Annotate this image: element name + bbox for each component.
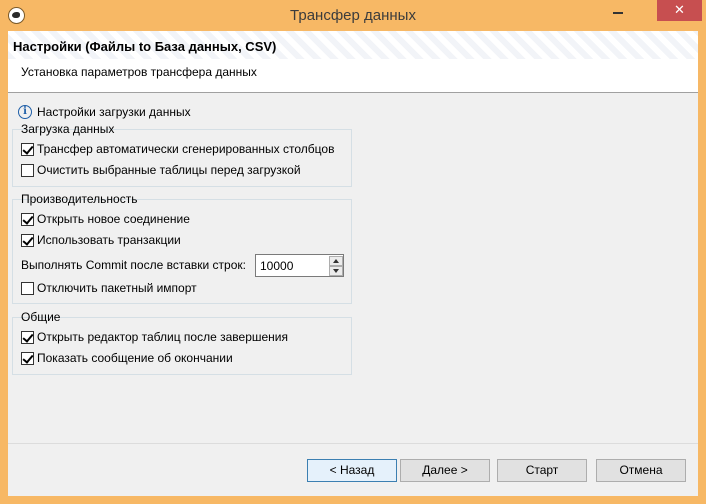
group-general-title: Общие [21,310,61,324]
commit-rows-spinner[interactable]: 10000 [255,254,344,277]
checkbox-label: Показать сообщение об окончании [37,351,233,365]
checkbox-label: Открыть новое соединение [37,212,190,226]
checkbox-label: Использовать транзакции [37,233,181,247]
window-title: Трансфер данных [290,7,416,24]
group-load-title: Загрузка данных [21,122,115,136]
checkbox-label: Трансфер автоматически сгенерированных с… [37,142,335,156]
close-button[interactable]: ✕ [657,0,702,21]
group-performance-title: Производительность [21,192,138,206]
checkbox[interactable] [21,234,34,247]
group-general [12,317,352,375]
page-header: Настройки (Файлы to База данных, CSV) Ус… [8,31,698,93]
dialog-window: Трансфер данных ✕ Настройки (Файлы to Ба… [0,0,706,504]
title-bar[interactable]: Трансфер данных ✕ [0,0,706,31]
checkbox[interactable] [21,213,34,226]
page-subtitle: Установка параметров трансфера данных [21,65,257,79]
next-button[interactable]: Далее > [400,459,490,482]
checkbox[interactable] [21,352,34,365]
checkbox-label: Очистить выбранные таблицы перед загрузк… [37,163,301,177]
spin-down-icon[interactable] [329,266,343,276]
dialog-body: Настройки (Файлы to База данных, CSV) Ус… [8,31,698,496]
start-button[interactable]: Старт [497,459,587,482]
checkbox[interactable] [21,282,34,295]
checkbox-label: Открыть редактор таблиц после завершения [37,330,289,344]
cancel-button[interactable]: Отмена [596,459,686,482]
group-load [12,129,352,187]
commit-rows-input[interactable]: 10000 [260,259,293,273]
back-button[interactable]: < Назад [307,459,397,482]
page-title: Настройки (Файлы to База данных, CSV) [13,39,277,54]
checkbox-label: Отключить пакетный импорт [37,281,197,295]
info-label: Настройки загрузки данных [37,105,191,119]
footer-divider [8,443,698,444]
info-icon: i [18,105,32,119]
checkbox[interactable] [21,331,34,344]
checkbox[interactable] [21,164,34,177]
spin-up-icon[interactable] [329,256,343,266]
checkbox[interactable] [21,143,34,156]
minimize-button[interactable] [605,0,631,21]
commit-after-rows-label: Выполнять Commit после вставки строк: [21,258,246,272]
